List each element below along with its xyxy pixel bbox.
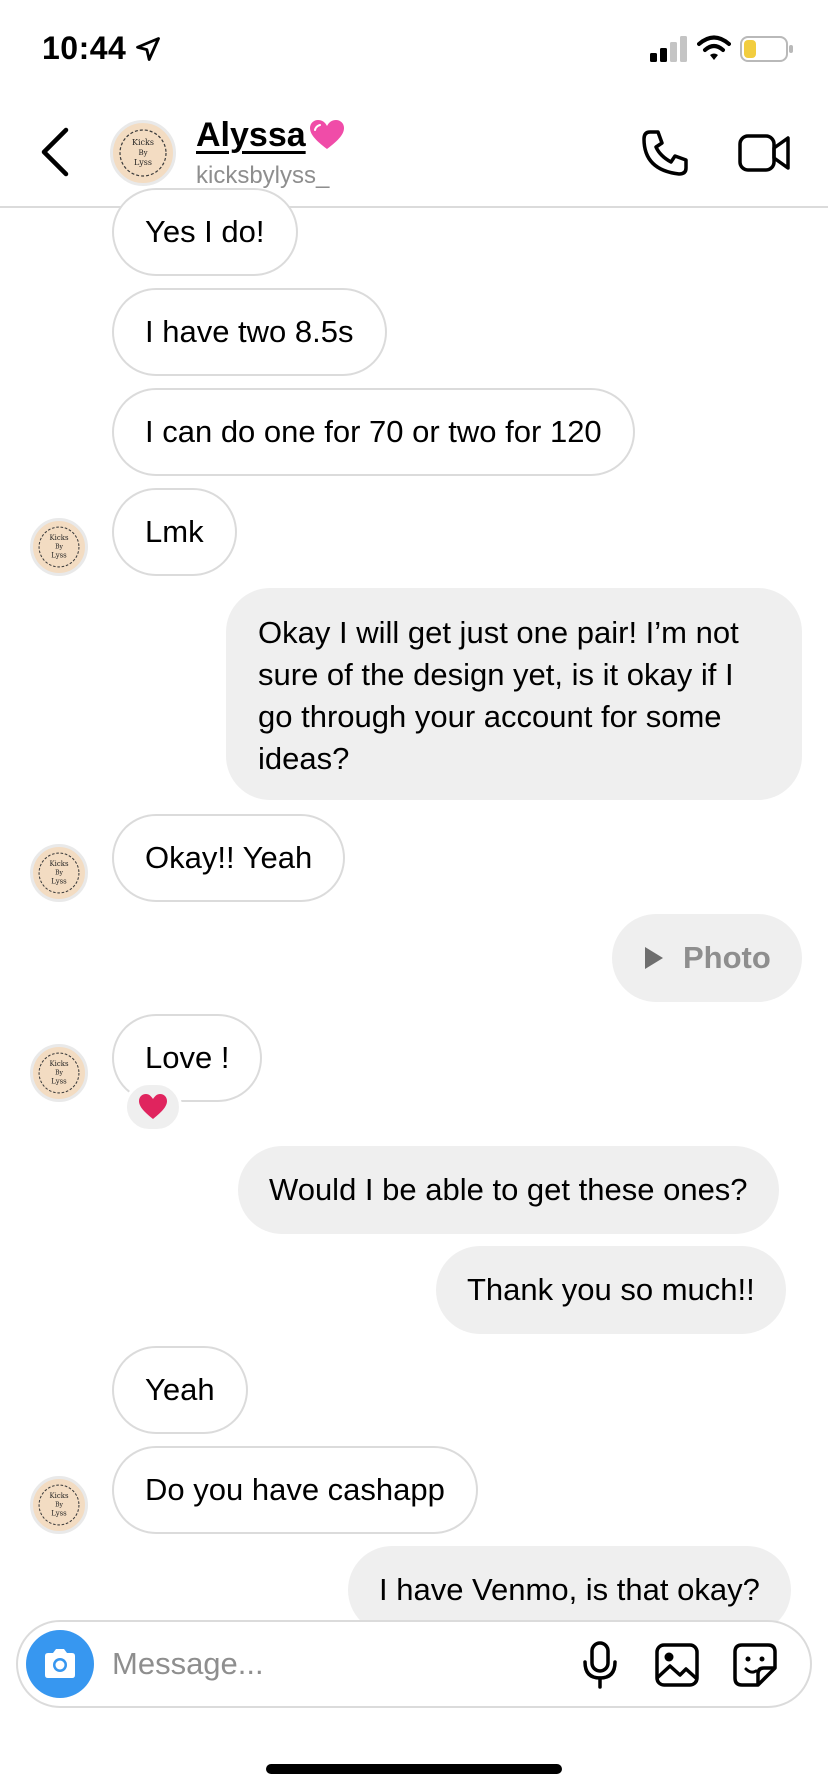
svg-text:Lyss: Lyss: [51, 1077, 67, 1085]
svg-text:By: By: [55, 1070, 63, 1077]
camera-icon: [45, 1649, 75, 1678]
video-call-icon[interactable]: [738, 130, 790, 176]
contact-handle: kicksbylyss_: [196, 162, 330, 189]
svg-text:Kicks: Kicks: [49, 1492, 68, 1500]
sender-avatar[interactable]: Kicks By Lyss: [30, 1044, 88, 1102]
svg-text:By: By: [138, 149, 147, 157]
sender-avatar[interactable]: Kicks By Lyss: [30, 844, 88, 902]
svg-text:Kicks: Kicks: [132, 138, 154, 147]
message-text: Thank you so much!!: [467, 1272, 755, 1307]
home-indicator[interactable]: [266, 1764, 562, 1774]
message-bubble-outgoing[interactable]: Thank you so much!!: [436, 1246, 786, 1334]
message-text: I can do one for 70 or two for 120: [145, 414, 602, 449]
back-chevron-icon[interactable]: [36, 124, 76, 180]
cellular-signal-icon: [650, 36, 687, 62]
beating-heart-icon: [309, 120, 344, 149]
kicks-by-lyss-logo: Kicks By Lyss: [119, 129, 167, 177]
kicks-by-lyss-logo: Kicks ByLyss: [38, 852, 80, 894]
message-text: Would I be able to get these ones?: [269, 1172, 748, 1207]
svg-text:Lyss: Lyss: [51, 1509, 67, 1517]
location-arrow-icon: [136, 37, 160, 61]
svg-text:By: By: [55, 1502, 63, 1509]
message-composer: [16, 1620, 812, 1708]
message-bubble-incoming[interactable]: I can do one for 70 or two for 120: [112, 388, 635, 476]
message-bubble-incoming[interactable]: Lmk: [112, 488, 237, 576]
message-text: Love !: [145, 1040, 230, 1075]
wifi-icon: [697, 35, 731, 60]
svg-text:Lyss: Lyss: [51, 877, 67, 885]
sticker-icon[interactable]: [732, 1642, 778, 1688]
kicks-by-lyss-logo: Kicks ByLyss: [38, 1484, 80, 1526]
avatar[interactable]: Kicks By Lyss: [110, 120, 176, 186]
svg-text:Kicks: Kicks: [49, 1060, 68, 1068]
sender-avatar[interactable]: Kicks By Lyss: [30, 1476, 88, 1534]
sender-avatar[interactable]: Kicks By Lyss: [30, 518, 88, 576]
message-text: Lmk: [145, 514, 204, 549]
message-text: Yeah: [145, 1372, 215, 1407]
kicks-by-lyss-logo: Kicks ByLyss: [38, 1052, 80, 1094]
status-time: 10:44: [42, 30, 127, 66]
phone-call-icon[interactable]: [640, 128, 690, 178]
photo-label: Photo: [683, 940, 771, 975]
message-input[interactable]: [112, 1640, 492, 1688]
photo-message-button[interactable]: Photo: [612, 914, 802, 1002]
message-text: I have Venmo, is that okay?: [379, 1572, 760, 1607]
gallery-icon[interactable]: [654, 1642, 700, 1688]
message-text: Yes I do!: [145, 214, 265, 249]
message-text: I have two 8.5s: [145, 314, 354, 349]
battery-icon: [740, 36, 793, 62]
message-text: Okay I will get just one pair! I’m not s…: [258, 615, 739, 776]
kicks-by-lyss-logo: Kicks ByLyss: [38, 526, 80, 568]
message-bubble-incoming[interactable]: I have two 8.5s: [112, 288, 387, 376]
microphone-icon[interactable]: [580, 1640, 620, 1690]
svg-text:By: By: [55, 544, 63, 551]
contact-name[interactable]: Alyssa: [196, 116, 346, 155]
message-bubble-outgoing[interactable]: Okay I will get just one pair! I’m not s…: [226, 588, 802, 800]
svg-text:Lyss: Lyss: [134, 158, 152, 167]
message-bubble-incoming[interactable]: Okay!! Yeah: [112, 814, 346, 902]
message-bubble-outgoing[interactable]: Would I be able to get these ones?: [238, 1146, 779, 1234]
message-text: Okay!! Yeah: [145, 840, 313, 875]
chat-header: Kicks By Lyss Alyssa kicksbylyss_: [0, 100, 828, 208]
play-icon: [645, 947, 663, 969]
status-bar: 10:44: [0, 0, 828, 100]
heart-icon: [139, 1094, 167, 1119]
message-text: Do you have cashapp: [145, 1472, 445, 1507]
svg-text:Kicks: Kicks: [49, 860, 68, 868]
message-bubble-incoming[interactable]: Yeah: [112, 1346, 248, 1434]
message-bubble-incoming[interactable]: Do you have cashapp: [112, 1446, 478, 1534]
message-bubble-incoming[interactable]: Yes I do!: [112, 188, 298, 276]
svg-text:By: By: [55, 870, 63, 877]
camera-button[interactable]: [26, 1630, 94, 1698]
message-reaction[interactable]: [124, 1082, 182, 1132]
svg-text:Lyss: Lyss: [51, 551, 67, 559]
svg-text:Kicks: Kicks: [49, 534, 68, 542]
